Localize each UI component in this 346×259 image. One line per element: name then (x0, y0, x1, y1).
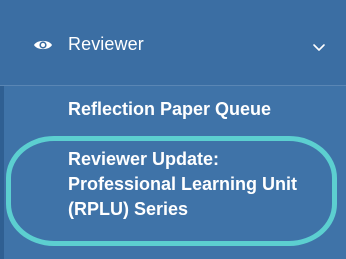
sidebar-item-label-line: Reviewer Update: (68, 149, 220, 169)
chevron-down-icon[interactable] (312, 40, 326, 51)
sidebar-section-reviewer[interactable]: Reviewer (0, 0, 346, 86)
sidebar-item-reflection-paper-queue[interactable]: Reflection Paper Queue (68, 97, 271, 122)
sidebar-item-label: Reflection Paper Queue (68, 99, 272, 119)
sidebar-menu: Reviewer Reflection Paper Queue Reviewer… (0, 0, 346, 259)
sidebar-item-reviewer-update[interactable]: Reviewer Update: Professional Learning U… (68, 147, 338, 222)
sidebar-section-label: Reviewer (68, 34, 144, 54)
eye-icon (33, 38, 53, 52)
sidebar-item-label-line: Professional Learning Unit (68, 174, 298, 194)
sidebar-item-label-line: (RPLU) Series (68, 199, 189, 219)
